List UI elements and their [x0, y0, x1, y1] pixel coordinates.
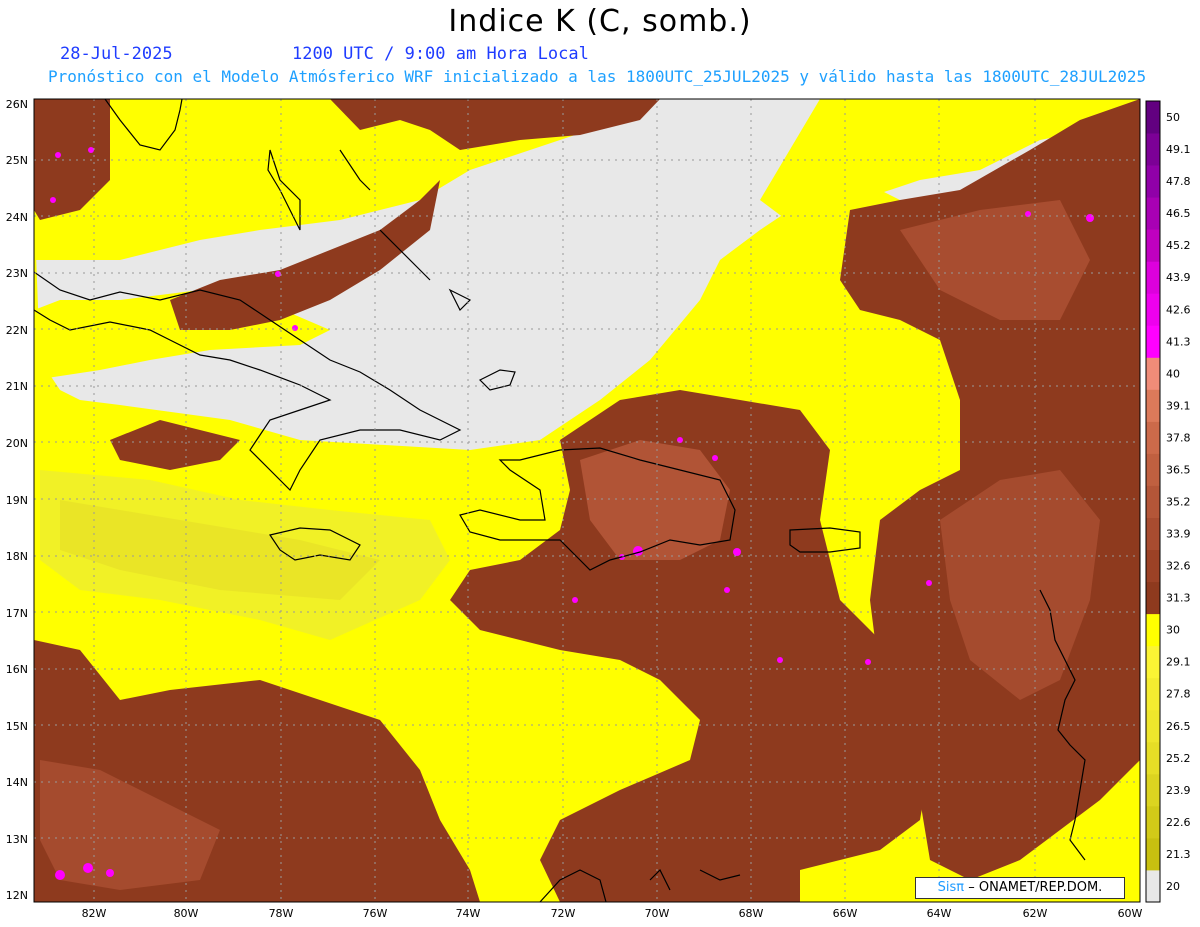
colorbar-swatch — [1146, 709, 1160, 743]
colorbar-swatch — [1146, 613, 1160, 647]
colorbar-label: 29.1 — [1166, 656, 1191, 669]
colorbar-swatch — [1146, 357, 1160, 390]
colorbar-label: 30 — [1166, 624, 1180, 637]
colorbar-swatch — [1146, 805, 1160, 839]
colorbar-swatch — [1146, 197, 1160, 230]
colorbar-label: 41.3 — [1166, 335, 1191, 348]
colorbar-swatch — [1146, 133, 1160, 166]
colorbar-label: 26.5 — [1166, 720, 1191, 733]
colorbar-label: 21.3 — [1166, 848, 1191, 861]
colorbar-label: 42.6 — [1166, 303, 1191, 316]
lat-label: 16N — [6, 663, 28, 676]
lat-label: 23N — [6, 267, 28, 280]
colorbar-swatch — [1146, 261, 1160, 294]
colorbar-swatch — [1146, 741, 1160, 775]
weather-map: 26N 25N 24N 23N 22N 21N 20N 19N 18N 17N … — [6, 98, 1191, 920]
colorbar-swatch — [1146, 870, 1160, 903]
colorbar-swatch — [1146, 837, 1160, 871]
colorbar-swatch — [1146, 581, 1160, 615]
colorbar-label: 22.6 — [1166, 816, 1191, 829]
lat-label: 22N — [6, 324, 28, 337]
colorbar-swatch — [1146, 485, 1160, 518]
lat-label: 19N — [6, 494, 28, 507]
credit-brand: Sisπ — [937, 880, 965, 895]
lon-label: 64W — [927, 907, 952, 920]
colorbar-label: 25.2 — [1166, 752, 1191, 765]
colorbar-label: 35.2 — [1166, 496, 1191, 509]
lat-label: 18N — [6, 550, 28, 563]
lat-label: 15N — [6, 720, 28, 733]
lat-label: 20N — [6, 437, 28, 450]
lat-label: 24N — [6, 211, 28, 224]
lat-label: 17N — [6, 607, 28, 620]
colorbar-swatch — [1146, 101, 1160, 134]
colorbar-label: 37.8 — [1166, 431, 1191, 444]
lon-label: 68W — [739, 907, 764, 920]
colorbar-swatch — [1146, 421, 1160, 454]
lat-label: 25N — [6, 154, 28, 167]
colorbar-label: 43.9 — [1166, 271, 1191, 284]
colorbar-label: 39.1 — [1166, 399, 1191, 412]
lon-label: 60W — [1118, 907, 1143, 920]
colorbar-swatch — [1146, 293, 1160, 326]
colorbar-swatch — [1146, 453, 1160, 486]
lon-label: 70W — [645, 907, 670, 920]
lat-label: 21N — [6, 380, 28, 393]
colorbar-label: 20 — [1166, 880, 1180, 893]
colorbar-label: 50 — [1166, 111, 1180, 124]
lon-label: 66W — [833, 907, 858, 920]
colorbar-swatch — [1146, 389, 1160, 422]
lon-label: 62W — [1023, 907, 1048, 920]
lat-label: 26N — [6, 98, 28, 111]
colorbar-label: 27.8 — [1166, 688, 1191, 701]
colorbar-label: 47.8 — [1166, 175, 1191, 188]
lon-label: 72W — [551, 907, 576, 920]
colorbar-swatch — [1146, 165, 1160, 198]
credit-text: – ONAMET/REP.DOM. — [968, 880, 1103, 895]
colorbar-swatch — [1146, 229, 1160, 262]
colorbar: 20 21.3 22.6 23.9 25.2 26.5 27.8 29.1 30 31.3 32.6… — [1145, 100, 1191, 903]
lat-label: 12N — [6, 889, 28, 902]
lat-label: 13N — [6, 833, 28, 846]
lon-label: 74W — [456, 907, 481, 920]
colorbar-label: 32.6 — [1166, 560, 1191, 573]
lat-label: 14N — [6, 776, 28, 789]
colorbar-label: 46.5 — [1166, 207, 1191, 220]
lon-label: 78W — [269, 907, 294, 920]
colorbar-label: 45.2 — [1166, 239, 1191, 252]
colorbar-swatch — [1146, 325, 1160, 358]
colorbar-swatch — [1146, 773, 1160, 807]
colorbar-label: 49.1 — [1166, 143, 1191, 156]
colorbar-swatch — [1146, 517, 1160, 550]
lon-label: 76W — [363, 907, 388, 920]
colorbar-label: 23.9 — [1166, 784, 1191, 797]
colorbar-label: 36.5 — [1166, 464, 1191, 477]
lat-axis: 26N 25N 24N 23N 22N 21N 20N 19N 18N 17N … — [6, 98, 28, 902]
colorbar-label: 31.3 — [1166, 592, 1191, 605]
credit-box: Sisπ – ONAMET/REP.DOM. — [915, 877, 1125, 899]
colorbar-swatch — [1146, 677, 1160, 711]
colorbar-swatch — [1146, 645, 1160, 679]
lon-label: 80W — [174, 907, 199, 920]
colorbar-swatch — [1146, 549, 1160, 583]
colorbar-label: 33.9 — [1166, 528, 1191, 541]
lon-label: 82W — [82, 907, 107, 920]
lon-axis: 82W 80W 78W 76W 74W 72W 70W 68W 66W 64W … — [82, 907, 1143, 920]
colorbar-label: 40 — [1166, 367, 1180, 380]
